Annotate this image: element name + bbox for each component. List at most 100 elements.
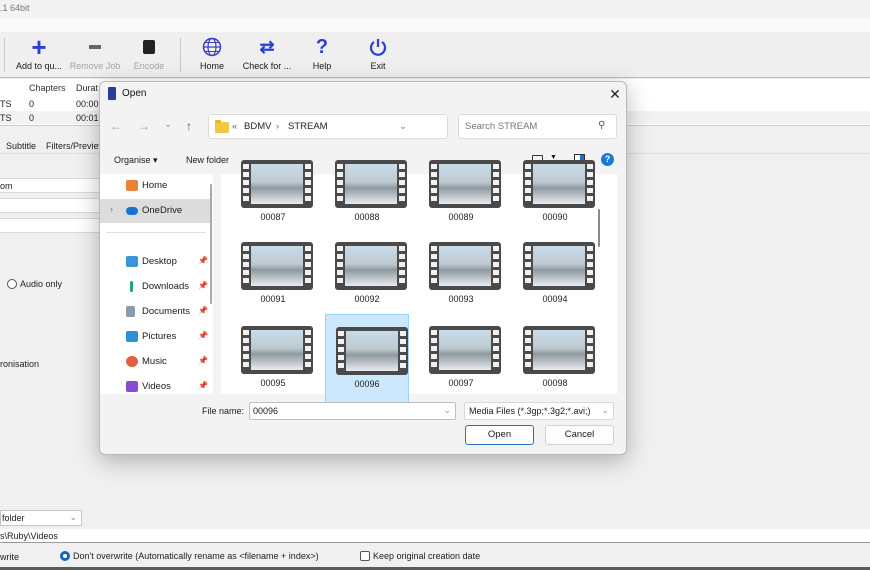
nav-item-label: Downloads <box>142 281 189 292</box>
video-thumbnail <box>346 331 398 371</box>
file-name: 00090 <box>542 212 568 222</box>
file-item[interactable]: 00095 <box>231 314 315 406</box>
home-label: Home <box>199 61 224 71</box>
recent-locations-icon[interactable]: ⌄ <box>164 119 172 130</box>
breadcrumb-overflow[interactable]: « <box>232 121 237 132</box>
audio-only-radio[interactable]: Audio only <box>7 279 62 289</box>
nav-item-downloads[interactable]: Downloads 📌 <box>100 275 210 299</box>
job-row[interactable]: TS 0 00:01 <box>0 111 100 124</box>
nav-item-home[interactable]: Home <box>100 174 210 198</box>
breadcrumb-stream[interactable]: STREAM <box>288 121 328 132</box>
breadcrumb-bdmv[interactable]: BDMV <box>244 121 271 132</box>
column-header-chapters[interactable]: Chapters <box>29 83 66 93</box>
file-name: 00095 <box>260 378 286 388</box>
nav-item-label: Home <box>142 180 168 191</box>
search-input[interactable]: Search STREAM ⚲ <box>458 114 617 139</box>
film-holes <box>400 331 406 371</box>
open-button[interactable]: Open <box>465 425 534 445</box>
keep-creation-date-checkbox[interactable]: Keep original creation date <box>360 551 480 561</box>
tab-subtitle[interactable]: Subtitle <box>6 141 36 151</box>
tab-filters-preview[interactable]: Filters/Preview <box>46 141 105 151</box>
nav-item-documents[interactable]: Documents 📌 <box>100 300 210 324</box>
nav-item-music[interactable]: Music 📌 <box>100 350 210 374</box>
toolbar: + Add to qu... Remove Job Encode Home ⇄ … <box>0 32 870 78</box>
video-thumbnail <box>345 246 397 286</box>
exit-button[interactable]: Exit <box>362 36 394 71</box>
settings-field[interactable]: om <box>0 178 110 193</box>
chevron-down-icon[interactable]: ⌄ <box>443 405 451 416</box>
file-item[interactable]: 00089 <box>419 148 503 240</box>
output-folder-combo[interactable]: folder ⌄ <box>0 510 82 526</box>
video-thumbnail <box>533 164 585 204</box>
new-folder-button[interactable]: New folder <box>186 155 229 165</box>
file-name: 00089 <box>448 212 474 222</box>
exit-label: Exit <box>370 61 386 71</box>
film-holes <box>305 246 311 286</box>
job-row[interactable]: TS 0 00:00 <box>0 97 100 110</box>
nav-pane-scrollbar[interactable] <box>210 184 212 304</box>
chevron-down-icon: ⌄ <box>69 512 77 522</box>
file-name: 00098 <box>542 378 568 388</box>
back-arrow-icon[interactable]: ← <box>110 119 122 133</box>
address-bar[interactable]: « BDMV › STREAM ⌄ ↻ <box>208 114 537 139</box>
overwrite-label[interactable]: write <box>0 552 19 562</box>
file-item[interactable]: 00088 <box>325 148 409 240</box>
nav-item-label: Videos <box>142 381 171 392</box>
film-holes <box>431 164 437 204</box>
settings-field[interactable] <box>0 198 110 213</box>
app-title: .1 64bit <box>0 3 30 13</box>
encode-button[interactable]: Encode <box>126 36 172 71</box>
dialog-titlebar[interactable]: Open ✕ <box>100 82 626 106</box>
video-file-icon <box>523 160 595 208</box>
file-name-input[interactable]: 00096 ⌄ <box>249 402 456 420</box>
file-item[interactable]: 00092 <box>325 230 409 322</box>
file-item[interactable]: 00094 <box>513 230 597 322</box>
output-path-field[interactable]: s\Ruby\Videos <box>0 529 870 543</box>
home-button[interactable]: Home <box>193 36 231 71</box>
nav-item-onedrive[interactable]: › OneDrive <box>100 199 210 223</box>
documents-icon <box>126 306 135 317</box>
dont-overwrite-radio[interactable]: Don't overwrite (Automatically rename as… <box>60 551 319 561</box>
file-item[interactable]: 00091 <box>231 230 315 322</box>
up-arrow-icon[interactable]: ↑ <box>186 119 192 133</box>
nav-divider <box>106 232 206 233</box>
video-thumbnail <box>533 330 585 370</box>
file-name: 00091 <box>260 294 286 304</box>
file-type-select[interactable]: Media Files (*.3gp;*.3g2;*.avi;) ⌄ <box>464 402 614 420</box>
audio-only-label: Audio only <box>20 279 63 289</box>
column-header-duration[interactable]: Durat <box>76 83 98 93</box>
video-thumbnail <box>439 164 491 204</box>
organise-menu[interactable]: Organise ▾ <box>114 155 158 166</box>
toolbar-separator <box>180 38 181 72</box>
toolbar-separator <box>4 38 5 72</box>
check-for-updates-button[interactable]: ⇄ Check for ... <box>240 36 294 72</box>
close-icon[interactable]: ✕ <box>606 85 624 103</box>
address-dropdown-icon[interactable]: ⌄ <box>399 121 407 132</box>
nav-item-desktop[interactable]: Desktop 📌 <box>100 250 210 274</box>
add-to-queue-button[interactable]: + Add to qu... <box>12 34 66 71</box>
pin-icon: 📌 <box>198 331 208 340</box>
video-file-icon <box>429 326 501 374</box>
cancel-button[interactable]: Cancel <box>545 425 614 445</box>
file-item[interactable]: 00098 <box>513 314 597 406</box>
film-holes <box>587 246 593 286</box>
file-item[interactable]: 00087 <box>231 148 315 240</box>
film-holes <box>243 246 249 286</box>
search-icon: ⚲ <box>598 120 606 131</box>
forward-arrow-icon[interactable]: → <box>138 119 150 133</box>
nav-item-pictures[interactable]: Pictures 📌 <box>100 325 210 349</box>
file-item[interactable]: 00096 <box>325 314 409 406</box>
output-path-value: s\Ruby\Videos <box>0 531 58 541</box>
file-list-scrollbar[interactable] <box>598 209 600 247</box>
file-item[interactable]: 00090 <box>513 148 597 240</box>
file-item[interactable]: 00097 <box>419 314 503 406</box>
help-button[interactable]: ? Help <box>306 36 338 72</box>
home-icon <box>126 180 138 191</box>
video-thumbnail <box>251 246 303 286</box>
help-icon[interactable]: ? <box>601 153 614 166</box>
settings-field[interactable] <box>0 218 110 233</box>
remove-job-button[interactable]: Remove Job <box>68 36 122 71</box>
video-file-icon <box>336 327 408 375</box>
chevron-right-icon[interactable]: › <box>110 204 113 214</box>
file-item[interactable]: 00093 <box>419 230 503 322</box>
